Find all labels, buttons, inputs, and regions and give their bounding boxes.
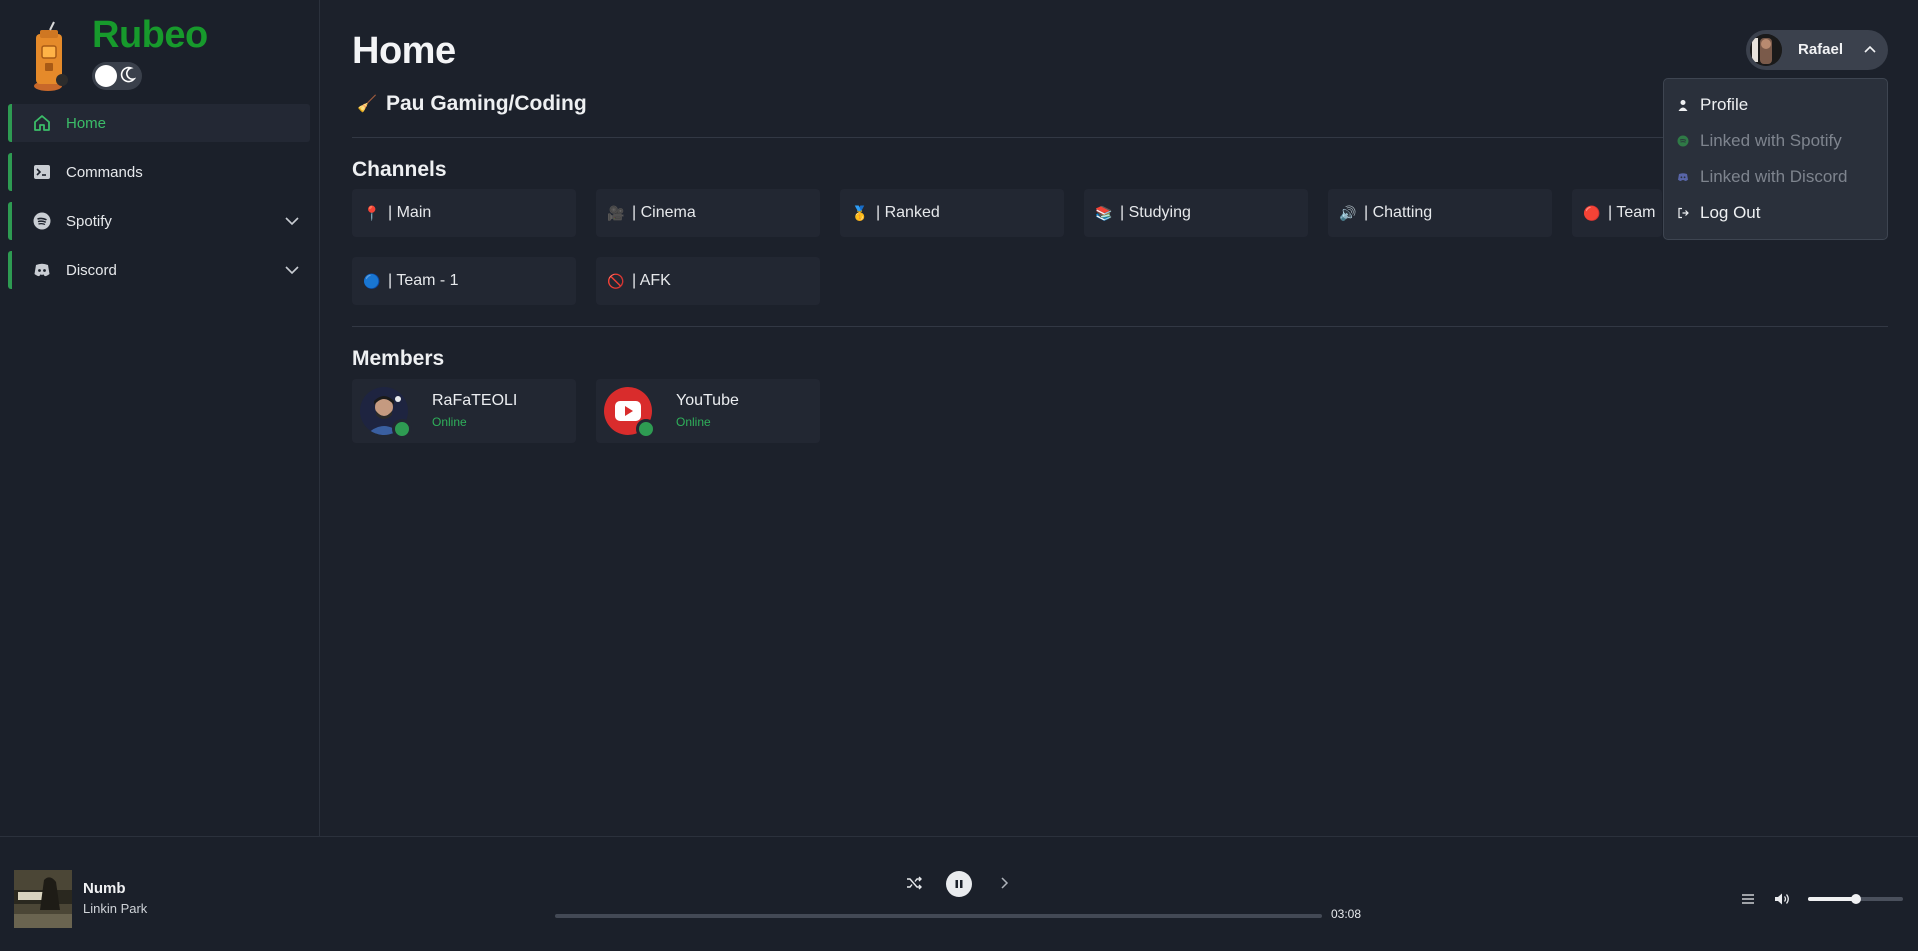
moon-icon xyxy=(120,66,136,83)
menu-item-label: Linked with Spotify xyxy=(1700,131,1842,150)
discord-icon xyxy=(1676,170,1690,184)
theme-toggle[interactable] xyxy=(92,62,142,90)
prohibited-icon: 🚫 xyxy=(607,272,625,289)
member-name: RaFaTEOLI xyxy=(432,392,518,409)
spotify-icon xyxy=(1676,134,1690,148)
divider xyxy=(352,326,1888,327)
user-dropdown-menu: Profile Linked with Spotify Linked with … xyxy=(1663,78,1888,240)
channel-label: | Ranked xyxy=(876,204,940,221)
channel-card[interactable]: 🔵 | Team - 1 xyxy=(352,257,576,305)
channel-card[interactable]: 🔊 | Chatting xyxy=(1328,189,1552,237)
channel-label: | Team - 1 xyxy=(388,272,459,289)
volume-slider[interactable] xyxy=(1808,894,1903,904)
server-name: 🧹 Pau Gaming/Coding xyxy=(356,92,587,116)
volume-handle[interactable] xyxy=(1850,894,1861,904)
members-title: Members xyxy=(352,347,445,370)
chevron-down-icon xyxy=(285,217,299,226)
sidebar: Rubeo Home Commands Spotify Discord xyxy=(0,0,320,836)
channel-card[interactable]: 📍 | Main xyxy=(352,189,576,237)
sidebar-nav: Home Commands Spotify Discord xyxy=(8,104,310,300)
member-name: YouTube xyxy=(676,392,739,409)
channel-label: | Main xyxy=(388,204,432,221)
shuffle-button[interactable] xyxy=(904,873,924,893)
menu-item-linked-spotify: Linked with Spotify xyxy=(1676,127,1842,155)
logout-icon xyxy=(1676,206,1690,220)
menu-item-label: Profile xyxy=(1700,95,1749,114)
sidebar-item-commands[interactable]: Commands xyxy=(8,153,310,191)
channel-label: | AFK xyxy=(632,272,671,289)
menu-item-logout[interactable]: Log Out xyxy=(1676,199,1761,227)
channel-card[interactable]: 🥇 | Ranked xyxy=(840,189,1064,237)
volume-icon xyxy=(1775,893,1789,905)
member-status: Online xyxy=(432,415,467,429)
sidebar-item-label: Commands xyxy=(66,163,143,181)
volume-button[interactable] xyxy=(1772,889,1792,909)
camera-icon: 🎥 xyxy=(607,204,625,221)
red-circle-icon: 🔴 xyxy=(1583,204,1601,221)
menu-item-label: Linked with Discord xyxy=(1700,167,1848,186)
queue-button[interactable] xyxy=(1738,889,1758,909)
channel-card[interactable]: 🚫 | AFK xyxy=(596,257,820,305)
channel-card[interactable]: 📚 | Studying xyxy=(1084,189,1308,237)
terminal-icon xyxy=(32,162,52,182)
channel-label: | Team xyxy=(1608,204,1656,221)
sidebar-item-label: Home xyxy=(66,114,107,132)
avatar xyxy=(1750,34,1782,66)
user-name: Rafael xyxy=(1798,41,1844,58)
medal-icon: 🥇 xyxy=(851,204,869,221)
user-icon xyxy=(1676,98,1690,112)
server-name-label: Pau Gaming/Coding xyxy=(386,92,587,115)
blue-circle-icon: 🔵 xyxy=(363,272,381,289)
sidebar-item-discord[interactable]: Discord xyxy=(8,251,310,289)
member-card[interactable]: YouTube Online xyxy=(596,379,820,443)
discord-icon xyxy=(32,260,52,280)
album-cover[interactable] xyxy=(14,870,72,928)
page-title: Home xyxy=(352,30,456,72)
divider xyxy=(352,137,1888,138)
spotify-icon xyxy=(32,211,52,231)
broom-icon: 🧹 xyxy=(357,96,377,113)
volume-fill xyxy=(1808,897,1856,901)
brand-name: Rubeo xyxy=(92,14,208,56)
chevron-right-icon xyxy=(1001,877,1009,889)
channel-label: | Chatting xyxy=(1364,204,1433,221)
member-card[interactable]: RaFaTEOLI Online xyxy=(352,379,576,443)
channel-label: | Studying xyxy=(1120,204,1191,221)
queue-icon xyxy=(1742,894,1754,904)
user-menu-button[interactable]: Rafael xyxy=(1746,30,1888,70)
books-icon: 📚 xyxy=(1095,204,1113,221)
pause-button[interactable] xyxy=(946,871,972,897)
online-indicator xyxy=(636,419,656,439)
channel-label: | Cinema xyxy=(632,204,696,221)
sidebar-item-label: Discord xyxy=(66,261,117,279)
next-button[interactable] xyxy=(994,873,1014,893)
sidebar-item-label: Spotify xyxy=(66,212,112,230)
music-player: Numb Linkin Park 03:08 xyxy=(0,836,1918,951)
track-time: 03:08 xyxy=(1331,907,1362,921)
toggle-knob xyxy=(95,65,117,87)
chevron-down-icon xyxy=(285,266,299,275)
channel-card[interactable]: 🎥 | Cinema xyxy=(596,189,820,237)
track-artist: Linkin Park xyxy=(83,901,148,916)
menu-item-label: Log Out xyxy=(1700,203,1761,222)
app-logo[interactable] xyxy=(28,20,84,92)
track-title: Numb xyxy=(83,880,126,897)
pushpin-icon: 📍 xyxy=(363,204,381,221)
chevron-up-icon xyxy=(1864,45,1876,53)
online-indicator xyxy=(392,419,412,439)
member-status: Online xyxy=(676,415,711,429)
pause-icon xyxy=(955,880,963,888)
speaker-icon: 🔊 xyxy=(1339,204,1357,221)
menu-item-linked-discord: Linked with Discord xyxy=(1676,163,1847,191)
sidebar-item-home[interactable]: Home xyxy=(8,104,310,142)
home-icon xyxy=(32,113,52,133)
playback-progress[interactable] xyxy=(555,914,1322,918)
channels-title: Channels xyxy=(352,158,447,181)
shuffle-icon xyxy=(907,876,922,890)
menu-item-profile[interactable]: Profile xyxy=(1676,91,1748,119)
sidebar-item-spotify[interactable]: Spotify xyxy=(8,202,310,240)
channel-card[interactable]: 🔴 | Team xyxy=(1572,189,1662,237)
